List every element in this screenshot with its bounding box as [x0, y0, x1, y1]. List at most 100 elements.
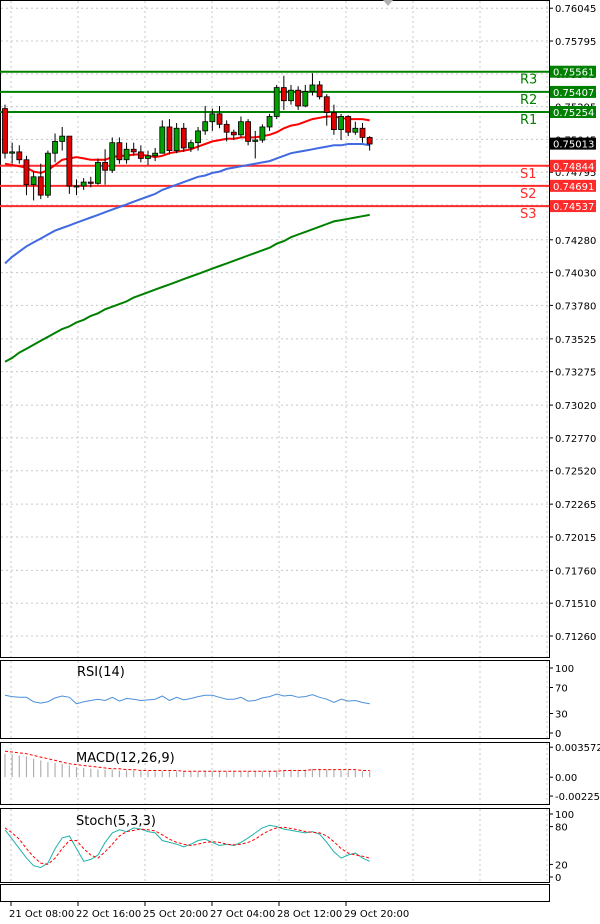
candle-body-up	[159, 126, 166, 154]
candle	[45, 150, 51, 198]
candle-body-down	[102, 161, 108, 171]
candle	[245, 119, 252, 146]
candle	[66, 135, 73, 194]
candle-body-down	[166, 126, 173, 151]
time-tick-label: 25 Oct 20:00	[143, 909, 208, 920]
candle-body-down	[323, 96, 330, 113]
rsi-label: RSI(14)	[77, 665, 125, 680]
candle-body-down	[87, 181, 94, 184]
level-price-label: 0.74691	[553, 182, 594, 193]
level-name-r3: R3	[520, 73, 537, 88]
level-price-label: 0.74537	[553, 202, 594, 213]
candle-body-up	[202, 121, 209, 132]
level-price-label: 0.75561	[553, 68, 594, 79]
price-tick-label: 0.76045	[555, 4, 596, 15]
candle-body-up	[52, 140, 58, 154]
candle-body-up	[238, 121, 244, 136]
price-tick-label: 0.74030	[555, 269, 596, 280]
candle-body-up	[109, 142, 116, 171]
candle-body-down	[37, 176, 44, 196]
stoch-tick-label: 100	[555, 810, 574, 821]
candle-body-up	[145, 155, 151, 159]
candle-body-up	[266, 116, 273, 128]
candle-body-down	[223, 123, 230, 133]
candle-body-down	[345, 116, 352, 133]
price-tick-label: 0.72015	[555, 533, 596, 544]
candle-body-down	[366, 137, 373, 145]
candle-body-down	[330, 112, 337, 130]
candle-body-up	[9, 151, 16, 154]
price-tick-label: 0.71260	[555, 632, 596, 643]
price-tick-label: 0.74280	[555, 236, 596, 247]
candle-body-down	[16, 151, 23, 161]
candle	[273, 84, 280, 120]
price-tick-label: 0.73020	[555, 401, 596, 412]
macd-tick-label: 0.00	[555, 773, 577, 784]
time-tick-label: 29 Oct 20:00	[344, 909, 409, 920]
macd-label: MACD(12,26,9)	[76, 751, 175, 766]
price-tick-label: 0.72770	[555, 434, 596, 445]
rsi-tick-label: 30	[555, 710, 568, 721]
rsi-tick-label: 0	[555, 729, 561, 740]
candle-body-up	[259, 126, 266, 141]
candle-body-down	[295, 89, 302, 107]
candle-body-down	[359, 127, 366, 138]
candle-body-down	[316, 84, 323, 98]
last-price-label: 0.75013	[553, 140, 594, 151]
candle-body-up	[45, 152, 51, 196]
candle-body-up	[273, 87, 280, 117]
rsi-tick-label: 100	[555, 664, 574, 675]
candle-body-up	[59, 135, 66, 142]
price-tick-label: 0.71510	[555, 599, 596, 610]
stoch-label: Stoch(5,3,3)	[76, 814, 156, 829]
candle-body-up	[195, 130, 201, 144]
candle-body-down	[137, 151, 144, 159]
candle-body-up	[152, 152, 159, 157]
candle-body-up	[95, 161, 101, 184]
candle-body-up	[123, 148, 130, 161]
level-name-s3: S3	[520, 207, 537, 222]
candle-body-down	[2, 108, 8, 154]
level-price-label: 0.74844	[553, 162, 594, 173]
candle-body-up	[252, 139, 259, 142]
candle-body-down	[130, 148, 137, 153]
time-axis: 21 Oct 08:00 22 Oct 16:00 25 Oct 20:00 27 O…	[9, 902, 409, 920]
candle-body-down	[216, 113, 223, 125]
price-tick-label: 0.72520	[555, 467, 596, 478]
stoch-tick-label: 0	[555, 873, 561, 884]
time-tick-label: 27 Oct 04:00	[210, 909, 275, 920]
chart-canvas: R3R2R1S1S2S3 0.760450.757950.755450.7529…	[0, 0, 600, 920]
level-name-s1: S1	[520, 167, 537, 182]
price-tick-label: 0.71760	[555, 566, 596, 577]
candle-body-up	[302, 91, 309, 107]
price-tick-label: 0.73525	[555, 335, 596, 346]
candle-body-down	[66, 135, 73, 187]
time-tick-label: 21 Oct 08:00	[9, 909, 74, 920]
stoch-tick-label: 20	[555, 860, 568, 871]
price-axis: 0.760450.757950.755450.752950.750450.747…	[549, 4, 596, 643]
candle	[259, 124, 266, 143]
price-tick-label: 0.75795	[555, 37, 596, 48]
candle-body-down	[230, 131, 237, 136]
level-name-r2: R2	[520, 93, 537, 108]
price-tick-label: 0.73780	[555, 301, 596, 312]
candle-body-down	[23, 159, 30, 186]
level-name-s2: S2	[520, 187, 537, 202]
candle-body-down	[280, 87, 287, 102]
candle-body-up	[338, 116, 344, 130]
candle-body-up	[73, 185, 80, 188]
candle-body-up	[80, 181, 87, 187]
candle-body-down	[180, 127, 187, 149]
macd-tick-label: -0.002251	[555, 792, 600, 803]
candle-body-up	[30, 176, 37, 186]
candle-body-up	[288, 89, 294, 102]
candle-body-down	[116, 142, 123, 161]
candle	[95, 158, 101, 185]
stoch-tick-label: 80	[555, 823, 568, 834]
candle	[295, 86, 302, 110]
candle-body-up	[352, 127, 359, 133]
candle-body-up	[187, 142, 194, 149]
price-tick-label: 0.73275	[555, 368, 596, 379]
time-tick-label: 22 Oct 16:00	[76, 909, 141, 920]
candle-body-down	[245, 121, 252, 142]
